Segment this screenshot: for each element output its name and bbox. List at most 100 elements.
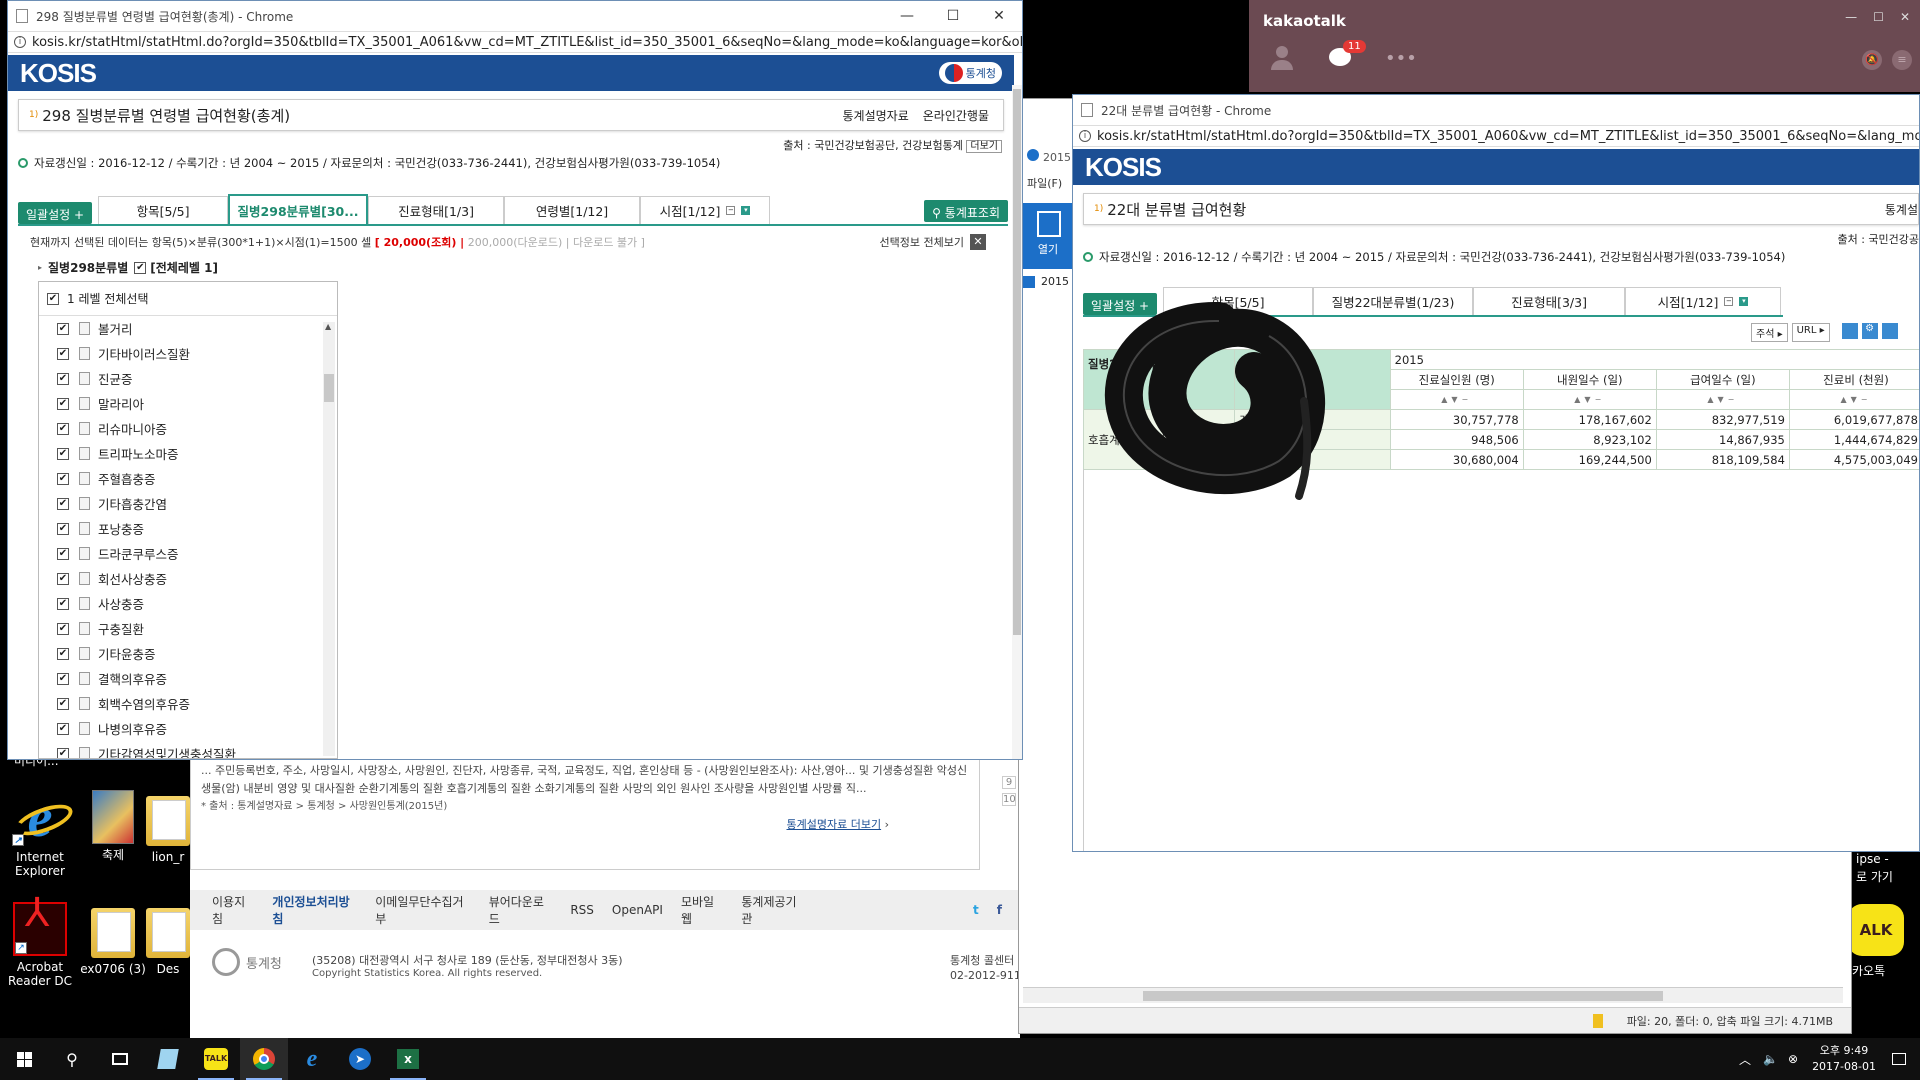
item-checkbox[interactable]: ✔ xyxy=(57,472,69,485)
selection-view-all[interactable]: 선택정보 전체보기 ✕ xyxy=(880,234,986,250)
list-item[interactable]: ✔ 기타흡충간염 xyxy=(39,491,337,516)
more-icon[interactable]: ••• xyxy=(1385,48,1417,69)
desktop-folder[interactable]: Des xyxy=(146,902,190,976)
explorer-item-row[interactable]: 2015 xyxy=(1027,149,1071,164)
source-more-button[interactable]: 더보기 xyxy=(966,140,1002,153)
twitter-icon[interactable]: t xyxy=(973,903,979,917)
tab-period[interactable]: 시점[1/12] − ▾ xyxy=(1625,287,1782,315)
friends-icon[interactable] xyxy=(1271,46,1293,70)
explorer-menu[interactable]: 파일(F) xyxy=(1027,175,1062,191)
list-item[interactable]: ✔ 구충질환 xyxy=(39,616,337,641)
collapse-icon[interactable]: − xyxy=(1724,297,1734,306)
task-view-button[interactable] xyxy=(96,1038,144,1080)
notification-icon[interactable] xyxy=(1892,1053,1906,1065)
minimize-button[interactable]: — xyxy=(884,1,930,31)
item-checkbox[interactable]: ✔ xyxy=(57,547,69,560)
item-checkbox[interactable]: ✔ xyxy=(57,447,69,460)
list-item[interactable]: ✔ 회선사상충증 xyxy=(39,566,337,591)
close-button[interactable]: ✕ xyxy=(1900,10,1910,24)
tab-items[interactable]: 항목[5/5] xyxy=(98,196,229,224)
list-item[interactable]: ✔ 리슈마니아증 xyxy=(39,416,337,441)
maximize-button[interactable]: ☐ xyxy=(1873,10,1884,24)
item-checkbox[interactable]: ✔ xyxy=(57,647,69,660)
menu-icon[interactable]: ≡ xyxy=(1892,50,1912,70)
stat-description-link[interactable]: 통계설명자료 xyxy=(843,107,909,124)
scroll-thumb[interactable] xyxy=(324,374,334,402)
scroll-up-icon[interactable]: ▲ xyxy=(325,322,331,331)
item-checkbox[interactable]: ✔ xyxy=(57,372,69,385)
taskbar-app-excel[interactable]: x xyxy=(384,1038,432,1080)
item-checkbox[interactable]: ✔ xyxy=(57,397,69,410)
column-header[interactable]: 진료비 (천원) xyxy=(1788,369,1919,390)
taskbar-app-ie[interactable]: e xyxy=(288,1038,336,1080)
query-table-button[interactable]: ⚲ 통계표조회 xyxy=(924,200,1008,222)
tree-toggle-icon[interactable]: ▸ xyxy=(38,263,42,272)
facebook-icon[interactable]: f xyxy=(997,903,1002,917)
clock[interactable]: 오후 9:49 2017-08-01 xyxy=(1812,1043,1876,1075)
footer-link[interactable]: OpenAPI xyxy=(612,903,663,917)
item-checkbox[interactable]: ✔ xyxy=(57,572,69,585)
explorer-hscroll[interactable] xyxy=(1023,987,1843,1003)
tray-chevron-icon[interactable]: ︿ xyxy=(1739,1051,1751,1068)
tab-period[interactable]: 시점[1/12] − ▾ xyxy=(640,196,771,224)
tab-disease-298[interactable]: 질병298분류별[30... xyxy=(228,194,369,224)
taskbar-app-bluestack[interactable]: ➤ xyxy=(336,1038,384,1080)
notification-off-icon[interactable]: 🔕 xyxy=(1862,50,1882,70)
tab-age[interactable]: 연령별[1/12] xyxy=(504,196,641,224)
list-item[interactable]: ✔ 기타바이러스질환 xyxy=(39,341,337,366)
column-header[interactable]: 내원일수 (일) xyxy=(1522,369,1657,390)
list-item[interactable]: ✔ 진균증 xyxy=(39,366,337,391)
url-button[interactable]: URL ▸ xyxy=(1791,323,1830,342)
item-checkbox[interactable]: ✔ xyxy=(57,422,69,435)
list-item[interactable]: ✔ 결핵의후유증 xyxy=(39,666,337,691)
expand-icon[interactable]: ▾ xyxy=(741,206,751,215)
title-bar[interactable]: 22대 분류별 급여현황 - Chrome xyxy=(1073,95,1919,125)
collapse-icon[interactable]: − xyxy=(726,206,736,215)
list-header[interactable]: ✔ 1 레벨 전체선택 xyxy=(39,282,337,316)
list-item[interactable]: ✔ 말라리아 xyxy=(39,391,337,416)
footnote-button[interactable]: 주석 ▸ xyxy=(1751,323,1788,342)
column-header[interactable]: 진료실인원 (명) xyxy=(1389,369,1524,390)
festival-shortcut[interactable]: 축제 xyxy=(73,790,153,862)
close-button[interactable]: ✕ xyxy=(976,1,1022,31)
close-icon[interactable]: ✕ xyxy=(970,234,986,250)
list-item[interactable]: ✔ 회백수염의후유증 xyxy=(39,691,337,716)
more-stat-link[interactable]: 통계설명자료 더보기 xyxy=(787,818,882,831)
network-icon[interactable]: ⊗ xyxy=(1788,1052,1798,1066)
start-button[interactable] xyxy=(0,1038,48,1080)
item-checkbox[interactable]: ✔ xyxy=(57,322,69,335)
list-item[interactable]: ✔ 포낭충증 xyxy=(39,516,337,541)
item-checkbox[interactable]: ✔ xyxy=(57,622,69,635)
kakaotalk-shortcut[interactable]: ALK xyxy=(1848,904,1904,956)
search-button[interactable]: ⚲ xyxy=(48,1038,96,1080)
list-item[interactable]: ✔ 볼거리 xyxy=(39,316,337,341)
footer-link[interactable]: 통계제공기관 xyxy=(741,893,805,927)
lion-folder[interactable]: lion_r xyxy=(146,790,190,864)
item-checkbox[interactable]: ✔ xyxy=(57,347,69,360)
item-checkbox[interactable]: ✔ xyxy=(57,747,69,758)
kosis-logo[interactable]: KOSIS xyxy=(20,58,97,89)
item-checkbox[interactable]: ✔ xyxy=(57,697,69,710)
list-item[interactable]: ✔ 기타감염성및기생충성질환 xyxy=(39,741,337,758)
footer-link[interactable]: 뷰어다운로드 xyxy=(489,893,553,927)
statistics-korea-emblem[interactable]: 통계청 xyxy=(938,62,1002,84)
list-scrollbar[interactable]: ▲ xyxy=(323,322,335,756)
footer-link[interactable]: 모바일웹 xyxy=(681,893,723,927)
title-bar[interactable]: 298 질병분류별 연령별 급여현황(총계) - Chrome — ☐ ✕ xyxy=(8,1,1022,31)
item-checkbox[interactable]: ✔ xyxy=(57,672,69,685)
expand-icon[interactable]: ▾ xyxy=(1739,297,1749,306)
footer-link[interactable]: 이메일무단수집거부 xyxy=(375,893,470,927)
internet-explorer-shortcut[interactable]: e ↗ Internet Explorer xyxy=(0,790,80,878)
scroll-thumb[interactable] xyxy=(1013,89,1021,635)
list-item[interactable]: ✔ 트리파노소마증 xyxy=(39,441,337,466)
ex0706-folder[interactable]: ex0706 (3) xyxy=(73,902,153,976)
minimize-button[interactable]: — xyxy=(1845,10,1857,24)
taskbar-app-notepad[interactable] xyxy=(144,1038,192,1080)
scroll-thumb[interactable] xyxy=(1143,991,1663,1001)
acrobat-reader-shortcut[interactable]: ↗ Acrobat Reader DC xyxy=(0,902,80,988)
footer-link[interactable]: 개인정보처리방침 xyxy=(272,893,357,927)
chart-icon[interactable] xyxy=(1841,323,1858,339)
taskbar-app-kakaotalk[interactable]: TALK xyxy=(192,1038,240,1080)
explorer-list-item[interactable]: 2015 xyxy=(1023,275,1069,288)
volume-icon[interactable]: 🔈 xyxy=(1763,1052,1778,1066)
